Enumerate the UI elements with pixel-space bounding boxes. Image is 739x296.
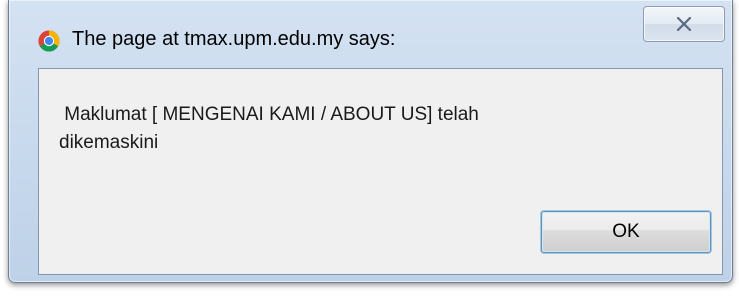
chrome-icon bbox=[38, 30, 60, 52]
close-icon bbox=[644, 7, 724, 41]
dialog-content: Maklumat [ MENGENAI KAMI / ABOUT US] tel… bbox=[38, 68, 723, 275]
alert-dialog: The page at tmax.upm.edu.my says: Maklum… bbox=[8, 0, 733, 283]
ok-button[interactable]: OK bbox=[541, 211, 711, 253]
dialog-titlebar: The page at tmax.upm.edu.my says: bbox=[9, 0, 732, 68]
dialog-message: Maklumat [ MENGENAI KAMI / ABOUT US] tel… bbox=[59, 104, 479, 153]
dialog-title: The page at tmax.upm.edu.my says: bbox=[72, 28, 396, 50]
close-button[interactable] bbox=[643, 6, 725, 42]
